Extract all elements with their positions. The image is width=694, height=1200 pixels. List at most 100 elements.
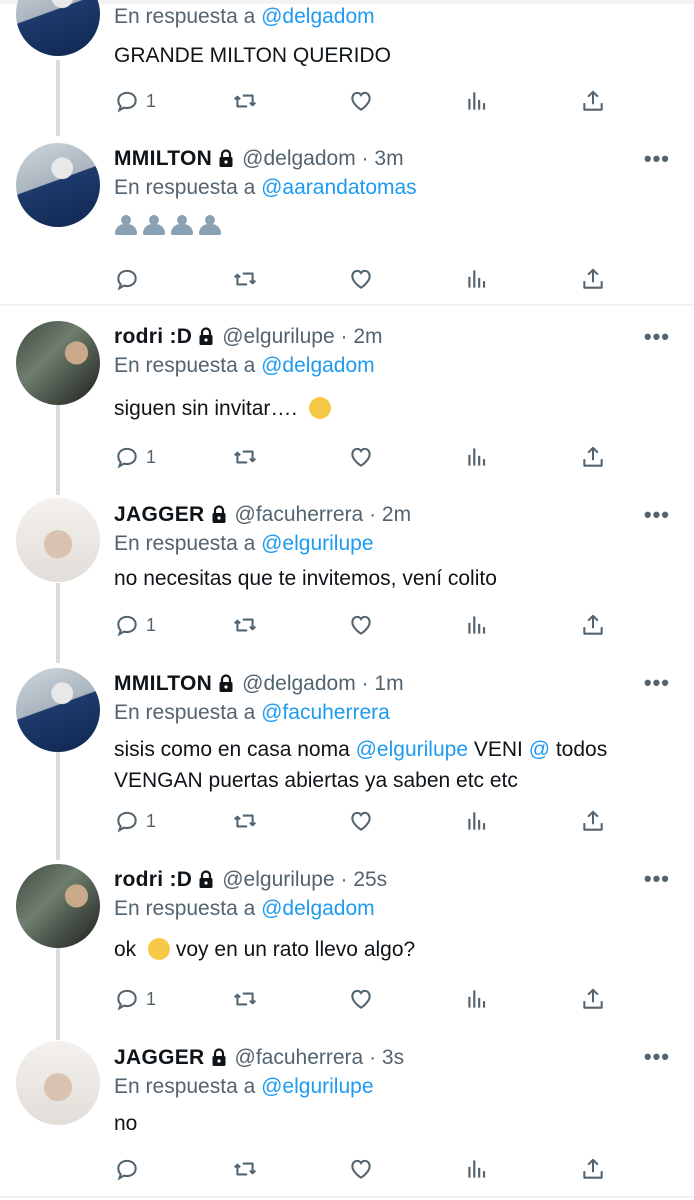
reply-mention-link[interactable]: @delgadom: [261, 897, 375, 920]
avatar[interactable]: [16, 668, 100, 752]
avatar[interactable]: [16, 864, 100, 948]
tweet[interactable]: rodri :D @elgurilupe · 2m En respuesta a …: [0, 318, 694, 488]
reply-button[interactable]: 1: [114, 612, 156, 638]
tweet[interactable]: En respuesta a @delgadom GRANDE MILTON Q…: [0, 0, 694, 140]
share-button[interactable]: [580, 88, 606, 114]
reply-count: 1: [146, 988, 157, 1009]
retweet-icon: [233, 94, 257, 108]
timestamp[interactable]: 2m: [353, 325, 382, 348]
display-name[interactable]: MMILTON: [114, 147, 212, 170]
retweet-button[interactable]: [232, 266, 258, 292]
timestamp[interactable]: 3m: [374, 147, 403, 170]
analytics-button[interactable]: [464, 444, 490, 470]
share-button[interactable]: [580, 808, 606, 834]
display-name[interactable]: JAGGER: [114, 503, 205, 526]
analytics-icon: [468, 990, 486, 1008]
more-options-icon[interactable]: •••: [644, 324, 670, 350]
share-button[interactable]: [580, 612, 606, 638]
handle[interactable]: @elgurilupe: [222, 325, 334, 348]
display-name[interactable]: rodri :D: [114, 868, 192, 891]
avatar[interactable]: [16, 498, 100, 582]
share-button[interactable]: [580, 1156, 606, 1182]
share-button[interactable]: [580, 444, 606, 470]
tweet[interactable]: JAGGER @facuherrera · 3s En respuesta a @…: [0, 1038, 694, 1200]
tweet[interactable]: JAGGER @facuherrera · 2m En respuesta a @…: [0, 496, 694, 666]
more-options-icon[interactable]: •••: [644, 670, 670, 696]
bust-emoji: [142, 215, 166, 235]
analytics-button[interactable]: [464, 266, 490, 292]
more-options-icon[interactable]: •••: [644, 866, 670, 892]
retweet-button[interactable]: [232, 612, 258, 638]
retweet-button[interactable]: [232, 1156, 258, 1182]
handle[interactable]: @delgadom: [242, 147, 356, 170]
display-name[interactable]: MMILTON: [114, 672, 212, 695]
analytics-button[interactable]: [464, 808, 490, 834]
lock-icon: [196, 869, 216, 896]
analytics-button[interactable]: [464, 612, 490, 638]
avatar[interactable]: [16, 321, 100, 405]
reply-count: 1: [146, 446, 157, 467]
share-icon: [583, 446, 603, 467]
analytics-button[interactable]: [464, 88, 490, 114]
analytics-button[interactable]: [464, 986, 490, 1012]
display-name[interactable]: JAGGER: [114, 1046, 205, 1069]
reply-mention-link[interactable]: @elgurilupe: [261, 532, 373, 555]
reply-icon: [117, 811, 137, 833]
reply-button[interactable]: 1: [114, 88, 156, 114]
reply-button[interactable]: 1: [114, 986, 156, 1012]
tweet-text: ok voy en un rato llevo algo?: [114, 934, 674, 965]
mention-link[interactable]: @elgurilupe: [356, 738, 468, 761]
more-options-icon[interactable]: •••: [644, 1044, 670, 1070]
handle[interactable]: @delgadom: [242, 672, 356, 695]
avatar[interactable]: [16, 1041, 100, 1125]
handle[interactable]: @facuherrera: [235, 503, 364, 526]
reply-mention-link[interactable]: @delgadom: [261, 354, 375, 377]
like-button[interactable]: [348, 986, 374, 1012]
tweet-text: [114, 211, 674, 244]
analytics-button[interactable]: [464, 1156, 490, 1182]
retweet-button[interactable]: [232, 986, 258, 1012]
share-icon: [583, 810, 603, 831]
tweet-actions: 1: [114, 986, 614, 1016]
display-name[interactable]: rodri :D: [114, 325, 192, 348]
share-button[interactable]: [580, 986, 606, 1012]
reply-button[interactable]: 1: [114, 444, 156, 470]
avatar[interactable]: [16, 0, 100, 56]
text-segment: voy en un rato llevo algo?: [175, 938, 416, 961]
text-segment: ok: [114, 938, 137, 961]
bust-emoji: [170, 215, 194, 235]
timestamp[interactable]: 1m: [374, 672, 403, 695]
retweet-button[interactable]: [232, 444, 258, 470]
reply-mention-link[interactable]: @elgurilupe: [261, 1075, 373, 1098]
like-button[interactable]: [348, 612, 374, 638]
tweet[interactable]: rodri :D @elgurilupe · 25s En respuesta a…: [0, 860, 694, 1036]
reply-mention-link[interactable]: @delgadom: [261, 5, 375, 28]
reply-button[interactable]: 1: [114, 808, 156, 834]
handle[interactable]: @facuherrera: [235, 1046, 364, 1069]
reply-mention-link[interactable]: @aarandatomas: [261, 176, 417, 199]
timestamp[interactable]: 3s: [382, 1046, 404, 1069]
avatar[interactable]: [16, 143, 100, 227]
tweet[interactable]: MMILTON @delgadom · 3m En respuesta a @aa…: [0, 140, 694, 304]
timestamp[interactable]: 25s: [353, 868, 387, 891]
lock-icon: [196, 326, 216, 353]
mention-link[interactable]: @: [529, 738, 550, 761]
tweet-header: MMILTON @delgadom · 1m: [114, 671, 674, 700]
timestamp[interactable]: 2m: [382, 503, 411, 526]
like-button[interactable]: [348, 444, 374, 470]
more-options-icon[interactable]: •••: [644, 502, 670, 528]
like-button[interactable]: [348, 808, 374, 834]
retweet-button[interactable]: [232, 88, 258, 114]
like-button[interactable]: [348, 1156, 374, 1182]
reply-mention-link[interactable]: @facuherrera: [261, 701, 390, 724]
reply-prefix: En respuesta a: [114, 354, 256, 377]
reply-button[interactable]: [114, 266, 140, 292]
retweet-button[interactable]: [232, 808, 258, 834]
like-button[interactable]: [348, 266, 374, 292]
share-button[interactable]: [580, 266, 606, 292]
like-button[interactable]: [348, 88, 374, 114]
handle[interactable]: @elgurilupe: [222, 868, 334, 891]
more-options-icon[interactable]: •••: [644, 146, 670, 172]
tweet[interactable]: MMILTON @delgadom · 1m En respuesta a @fa…: [0, 664, 694, 860]
reply-button[interactable]: [114, 1156, 140, 1182]
